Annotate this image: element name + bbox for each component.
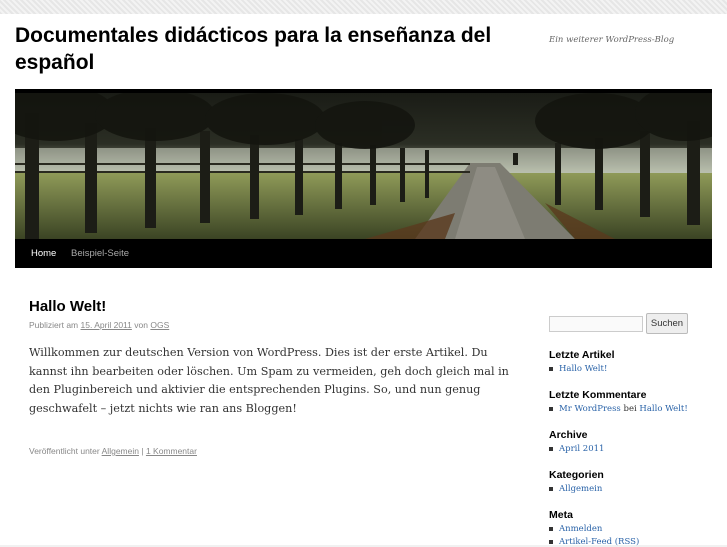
- site-title[interactable]: Documentales didácticos para la enseñanz…: [15, 22, 535, 76]
- search-input[interactable]: [549, 316, 643, 332]
- recent-comment-item: Mr WordPress bei Hallo Welt!: [549, 404, 688, 414]
- category-item: Allgemein: [549, 484, 602, 494]
- post-body: Willkommen zur deutschen Version von Wor…: [29, 346, 509, 415]
- post-footer-separator: |: [141, 446, 144, 456]
- recent-post-link[interactable]: Hallo Welt!: [559, 364, 607, 374]
- archive-item: April 2011: [549, 444, 604, 454]
- comment-joiner: bei: [623, 404, 637, 414]
- header-image-graphic: [15, 93, 712, 239]
- widget-title-meta: Meta: [549, 509, 573, 521]
- recent-post-item: Hallo Welt!: [549, 364, 607, 374]
- square-bullet-icon: [549, 539, 553, 544]
- main-navigation: Home Beispiel-Seite: [15, 239, 712, 268]
- square-bullet-icon: [549, 406, 553, 411]
- post-author-link[interactable]: OGS: [150, 320, 169, 330]
- site-description: Ein weiterer WordPress-Blog: [549, 35, 675, 45]
- nav-item-beispiel-seite[interactable]: Beispiel-Seite: [71, 239, 129, 268]
- post-meta-prefix: Publiziert am: [29, 320, 79, 330]
- post-meta-by: von: [134, 320, 148, 330]
- archive-link[interactable]: April 2011: [559, 444, 604, 454]
- widget-title-categories: Kategorien: [549, 469, 604, 481]
- square-bullet-icon: [549, 486, 553, 491]
- post-footer: Veröffentlicht unter Allgemein | 1 Komme…: [29, 446, 197, 456]
- post-footer-prefix: Veröffentlicht unter: [29, 446, 100, 456]
- meta-item-feed: Artikel-Feed (RSS): [549, 537, 639, 547]
- comment-author-link[interactable]: Mr WordPress: [559, 404, 621, 414]
- nav-item-home[interactable]: Home: [31, 239, 56, 268]
- square-bullet-icon: [549, 446, 553, 451]
- header-image: [15, 89, 712, 239]
- widget-title-archive: Archive: [549, 429, 588, 441]
- comment-post-link[interactable]: Hallo Welt!: [639, 404, 687, 414]
- square-bullet-icon: [549, 366, 553, 371]
- square-bullet-icon: [549, 526, 553, 531]
- widget-title-recent-posts: Letzte Artikel: [549, 349, 615, 361]
- widget-title-recent-comments: Letzte Kommentare: [549, 389, 647, 401]
- post-category-link[interactable]: Allgemein: [102, 446, 139, 456]
- post-date-link[interactable]: 15. April 2011: [81, 320, 132, 330]
- post-meta: Publiziert am 15. April 2011 von OGS: [29, 320, 169, 330]
- post-title[interactable]: Hallo Welt!: [29, 298, 106, 315]
- meta-feed-link[interactable]: Artikel-Feed (RSS): [559, 537, 639, 547]
- meta-login-link[interactable]: Anmelden: [559, 524, 602, 534]
- post-comments-link[interactable]: 1 Kommentar: [146, 446, 197, 456]
- search-button[interactable]: Suchen: [646, 313, 688, 334]
- category-link[interactable]: Allgemein: [559, 484, 602, 494]
- top-pattern-strip: [0, 0, 727, 14]
- meta-item-login: Anmelden: [549, 524, 602, 534]
